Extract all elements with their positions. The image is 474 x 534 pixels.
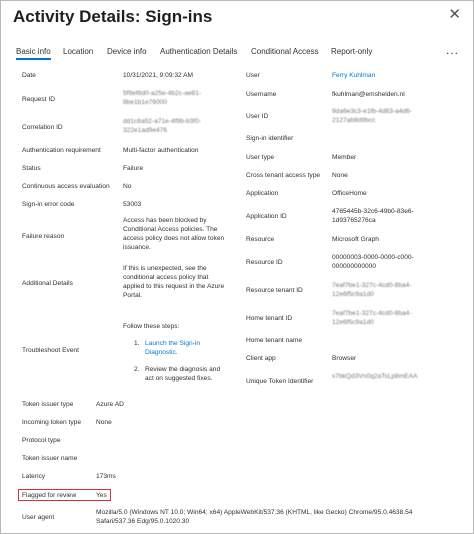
user-type-label: User type bbox=[246, 154, 275, 161]
cae-label: Continuous access evaluation bbox=[22, 183, 110, 190]
more-options-icon[interactable]: ... bbox=[446, 43, 459, 57]
latency-label: Latency bbox=[22, 473, 46, 480]
username-label: Username bbox=[246, 91, 277, 98]
user-id-label: User ID bbox=[246, 113, 269, 120]
request-id-value: 5f9ef8d0-a25e-4b2c-ae81-8be1b1e76000 bbox=[123, 90, 202, 106]
additional-details-value: If this is unexpected, see the condition… bbox=[123, 265, 225, 299]
application-id-value: 4765445b-32c6-49b0-83e6-1d93765276ca bbox=[332, 208, 414, 224]
error-code-label: Sign-in error code bbox=[22, 201, 75, 208]
tab-report-only[interactable]: Report-only bbox=[331, 47, 372, 56]
flagged-for-review-label: Flagged for review bbox=[22, 492, 77, 499]
user-type-value: Member bbox=[332, 154, 357, 161]
flagged-for-review-value: Yes bbox=[96, 492, 107, 499]
home-tenant-id-value: 7eaf7be1-327c-4cd0-8ba4-12e6f5c9a1d0 bbox=[332, 310, 412, 326]
page-title: Activity Details: Sign-ins bbox=[13, 7, 213, 26]
tab-basic-info[interactable]: Basic info bbox=[16, 47, 51, 60]
cae-value: No bbox=[123, 183, 132, 190]
launch-diagnostic-link[interactable]: Launch the Sign-in Diagnostic. bbox=[145, 339, 220, 357]
token-issuer-type-value: Azure AD bbox=[96, 401, 124, 408]
client-app-value: Browser bbox=[332, 355, 357, 362]
unique-token-value: x7bkQd3Vn0q2aTsLp8mEAA bbox=[332, 373, 418, 380]
client-app-label: Client app bbox=[246, 355, 276, 362]
request-id-label: Request ID bbox=[22, 96, 55, 103]
cross-tenant-value: None bbox=[332, 172, 348, 179]
tab-device-info[interactable]: Device info bbox=[107, 47, 147, 56]
latency-value: 173ms bbox=[96, 473, 116, 480]
username-value: fkuhlman@emshelden.nl bbox=[332, 91, 405, 98]
resource-id-value: 00000003-0000-0000-c000-000000000000 bbox=[332, 254, 414, 270]
status-label: Status bbox=[22, 165, 41, 172]
user-label: User bbox=[246, 72, 260, 79]
activity-details-panel: Activity Details: Sign-ins ✕ Basic info … bbox=[0, 0, 474, 534]
resource-tenant-id-value: 7eaf7be1-327c-4cd0-8ba4-12e6f5c9a1d0 bbox=[332, 282, 412, 298]
signin-identifier-label: Sign-in identifier bbox=[246, 135, 294, 142]
auth-requirement-label: Authentication requirement bbox=[22, 147, 101, 154]
additional-details-label: Additional Details bbox=[22, 280, 73, 287]
application-value: OfficeHome bbox=[332, 190, 367, 197]
user-id-value: 9da6e3c3-e1fb-4d83-a4d6-2127ab8d9bcc bbox=[332, 108, 412, 124]
correlation-id-value: dd1c6a52-a71e-4f9b-b3f0-322e1ad9e476 bbox=[123, 118, 202, 134]
cross-tenant-label: Cross tenant access type bbox=[246, 172, 321, 179]
home-tenant-id-label: Home tenant ID bbox=[246, 315, 293, 322]
resource-label: Resource bbox=[246, 236, 275, 243]
protocol-type-label: Protocol type bbox=[22, 437, 61, 444]
close-icon[interactable]: ✕ bbox=[448, 5, 461, 25]
unique-token-label: Unique Token Identifier bbox=[246, 378, 314, 385]
status-value: Failure bbox=[123, 165, 144, 172]
failure-reason-label: Failure reason bbox=[22, 233, 65, 240]
step-2-text: Review the diagnosis and act on suggeste… bbox=[145, 366, 221, 382]
troubleshoot-event-label: Troubleshoot Event bbox=[22, 347, 79, 354]
resource-tenant-id-label: Resource tenant ID bbox=[246, 287, 303, 294]
date-label: Date bbox=[22, 72, 36, 79]
step-1-number: 1. bbox=[134, 340, 140, 347]
tab-location[interactable]: Location bbox=[63, 47, 93, 56]
application-id-label: Application ID bbox=[246, 213, 287, 220]
correlation-id-label: Correlation ID bbox=[22, 124, 63, 131]
user-link[interactable]: Ferry Kuhlman bbox=[332, 71, 375, 80]
date-value: 10/31/2021, 9:09:32 AM bbox=[123, 72, 194, 79]
user-agent-label: User agent bbox=[22, 514, 55, 521]
step-2-number: 2. bbox=[134, 366, 140, 373]
failure-reason-value: Access has been blocked by Conditional A… bbox=[123, 217, 225, 251]
incoming-token-type-value: None bbox=[96, 419, 112, 426]
troubleshoot-intro: Follow these steps: bbox=[123, 323, 180, 330]
incoming-token-type-label: Incoming token type bbox=[22, 419, 82, 426]
tab-authentication-details[interactable]: Authentication Details bbox=[160, 47, 237, 56]
resource-id-label: Resource ID bbox=[246, 259, 283, 266]
error-code-value: 53003 bbox=[123, 201, 142, 208]
user-agent-value: Mozilla/5.0 (Windows NT 10.0; Win64; x64… bbox=[96, 509, 413, 525]
token-issuer-name-label: Token issuer name bbox=[22, 455, 78, 462]
auth-requirement-value: Multi-factor authentication bbox=[123, 147, 199, 154]
token-issuer-type-label: Token issuer type bbox=[22, 401, 74, 408]
tab-conditional-access[interactable]: Conditional Access bbox=[251, 47, 319, 56]
home-tenant-name-label: Home tenant name bbox=[246, 337, 303, 344]
application-label: Application bbox=[246, 190, 279, 197]
resource-value: Microsoft Graph bbox=[332, 236, 379, 243]
